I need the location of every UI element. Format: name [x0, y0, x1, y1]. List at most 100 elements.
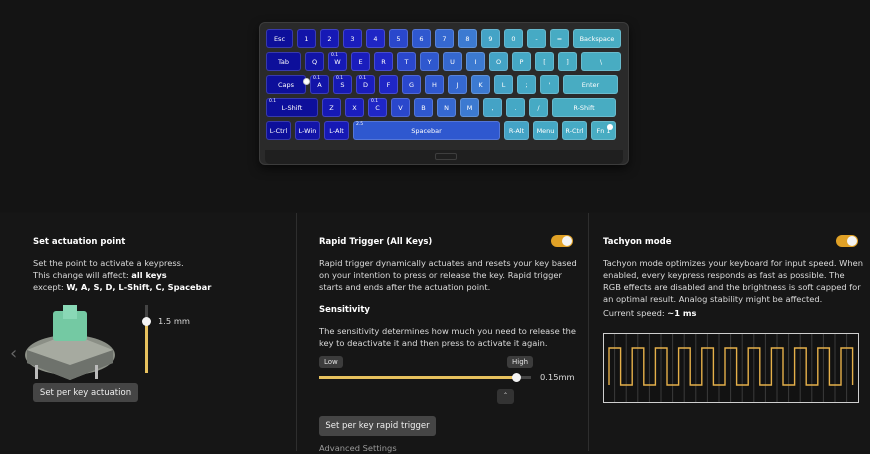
key-label: 0: [511, 34, 516, 43]
key-label: S: [340, 80, 345, 89]
key-3-8[interactable]: ,: [483, 98, 502, 117]
advanced-settings-link[interactable]: Advanced Settings: [319, 442, 397, 454]
key-1-4[interactable]: R: [374, 52, 393, 71]
rapid-trigger-toggle[interactable]: [551, 235, 573, 247]
key-1-9[interactable]: O: [489, 52, 508, 71]
key-label: Y: [427, 57, 432, 66]
key-label: J: [456, 80, 459, 89]
key-1-12[interactable]: ]: [558, 52, 577, 71]
key-label: R-Ctrl: [565, 126, 584, 135]
key-1-7[interactable]: U: [443, 52, 462, 71]
key-0-12[interactable]: =: [550, 29, 569, 48]
sensitivity-slider-handle[interactable]: [512, 373, 522, 382]
key-3-3[interactable]: C 0.1: [368, 98, 387, 117]
key-label: 2: [327, 34, 332, 43]
key-4-6[interactable]: R-Ctrl: [562, 121, 587, 140]
key-4-2[interactable]: L-Alt: [324, 121, 349, 140]
key-2-10[interactable]: ;: [517, 75, 536, 94]
key-4-5[interactable]: Menu: [533, 121, 558, 140]
chevron-up-icon: ˆ: [503, 392, 508, 401]
key-0-7[interactable]: 7: [435, 29, 454, 48]
key-3-0[interactable]: L-Shift 0.1: [266, 98, 318, 117]
key-label: T: [404, 57, 409, 66]
rapid-trigger-panel: Rapid Trigger (All Keys) Rapid trigger d…: [296, 213, 589, 454]
key-label: 3: [350, 34, 355, 43]
key-2-12[interactable]: Enter: [563, 75, 618, 94]
key-4-3[interactable]: Spacebar 2.5: [353, 121, 500, 140]
key-0-13[interactable]: Backspace: [573, 29, 621, 48]
actuation-panel: Set actuation point Set the point to act…: [0, 213, 296, 451]
key-3-1[interactable]: Z: [322, 98, 341, 117]
key-2-8[interactable]: K: [471, 75, 490, 94]
key-label: 9: [488, 34, 493, 43]
key-4-1[interactable]: L-Win: [295, 121, 320, 140]
key-label: D: [362, 80, 368, 89]
key-label: N: [444, 103, 449, 112]
key-2-11[interactable]: ': [540, 75, 559, 94]
key-0-9[interactable]: 9: [481, 29, 500, 48]
key-label: Esc: [273, 34, 286, 43]
key-label: /: [537, 103, 540, 112]
key-3-2[interactable]: X: [345, 98, 364, 117]
key-4-4[interactable]: R-Alt: [504, 121, 529, 140]
key-3-9[interactable]: .: [506, 98, 525, 117]
key-0-6[interactable]: 6: [412, 29, 431, 48]
key-1-6[interactable]: Y: [420, 52, 439, 71]
chevron-up-button[interactable]: ˆ: [497, 389, 514, 404]
key-2-4[interactable]: F: [379, 75, 398, 94]
key-3-10[interactable]: /: [529, 98, 548, 117]
key-1-3[interactable]: E: [351, 52, 370, 71]
key-3-7[interactable]: M: [460, 98, 479, 117]
key-3-6[interactable]: N: [437, 98, 456, 117]
key-1-8[interactable]: I: [466, 52, 485, 71]
key-3-11[interactable]: R-Shift: [552, 98, 616, 117]
key-2-9[interactable]: L: [494, 75, 513, 94]
key-0-5[interactable]: 5: [389, 29, 408, 48]
key-1-5[interactable]: T: [397, 52, 416, 71]
key-label: .: [514, 103, 517, 112]
set-per-key-rapid-trigger-button[interactable]: Set per key rapid trigger: [319, 416, 436, 436]
key-2-6[interactable]: H: [425, 75, 444, 94]
key-1-1[interactable]: Q: [305, 52, 324, 71]
key-0-4[interactable]: 4: [366, 29, 385, 48]
key-label: E: [358, 57, 363, 66]
key-2-5[interactable]: G: [402, 75, 421, 94]
key-2-0[interactable]: Caps: [266, 75, 310, 94]
key-label: B: [421, 103, 426, 112]
key-0-0[interactable]: Esc: [266, 29, 293, 48]
key-2-1[interactable]: A 0.1: [310, 75, 329, 94]
key-label: R-Shift: [573, 103, 595, 112]
key-label: ;: [525, 80, 528, 89]
actuation-desc: Set the point to activate a keypress. Th…: [33, 258, 212, 292]
set-per-key-actuation-button[interactable]: Set per key actuation: [33, 383, 138, 402]
key-1-13[interactable]: \: [581, 52, 621, 71]
key-0-1[interactable]: 1: [297, 29, 316, 48]
key-1-0[interactable]: Tab: [266, 52, 301, 71]
key-label: A: [317, 80, 322, 89]
key-0-8[interactable]: 8: [458, 29, 477, 48]
sensitivity-title: Sensitivity: [319, 305, 370, 315]
key-0-11[interactable]: -: [527, 29, 546, 48]
key-3-4[interactable]: V: [391, 98, 410, 117]
keyboard-preview-area: Esc 1 2 3 4 5 6 7 8 9 0 - = Backspace Tab Q W 0.1 E R T Y U I O P…: [0, 0, 870, 212]
key-2-7[interactable]: J: [448, 75, 467, 94]
key-0-2[interactable]: 2: [320, 29, 339, 48]
key-4-7[interactable]: Fn 1: [591, 121, 616, 140]
key-label: ,: [491, 103, 494, 112]
actuation-value: 1.5 mm: [158, 316, 190, 326]
key-1-10[interactable]: P: [512, 52, 531, 71]
low-label: Low: [319, 356, 343, 368]
key-0-3[interactable]: 3: [343, 29, 362, 48]
key-1-11[interactable]: [: [535, 52, 554, 71]
key-4-0[interactable]: L-Ctrl: [266, 121, 291, 140]
key-3-5[interactable]: B: [414, 98, 433, 117]
sensitivity-desc: The sensitivity determines how much you …: [319, 326, 576, 348]
key-2-2[interactable]: S 0.1: [333, 75, 352, 94]
tachyon-desc: Tachyon mode optimizes your keyboard for…: [603, 258, 863, 304]
key-0-10[interactable]: 0: [504, 29, 523, 48]
key-2-3[interactable]: D 0.1: [356, 75, 375, 94]
tachyon-toggle[interactable]: [836, 235, 858, 247]
key-1-2[interactable]: W 0.1: [328, 52, 347, 71]
key-label: Z: [329, 103, 334, 112]
actuation-slider-handle[interactable]: [142, 317, 151, 326]
